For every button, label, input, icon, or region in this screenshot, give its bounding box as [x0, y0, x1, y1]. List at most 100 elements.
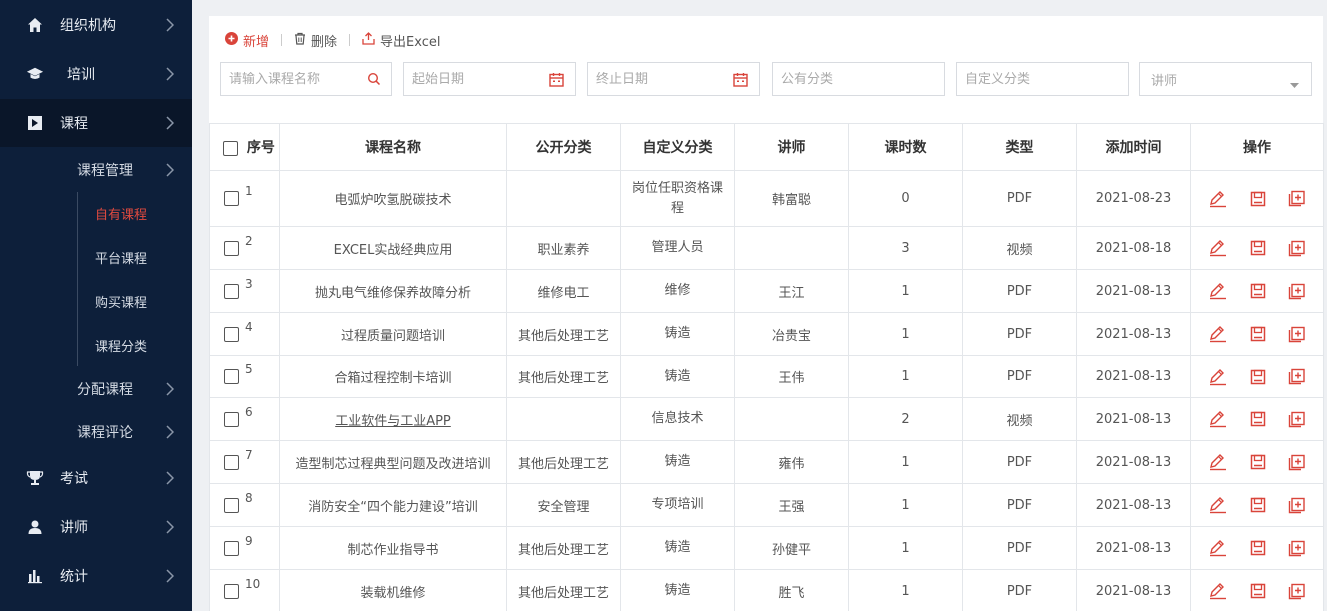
table-row[interactable]: 2 EXCEL实战经典应用 职业素养 管理人员 3 视频 2021-08-18 [209, 226, 1324, 270]
save-icon[interactable] [1250, 540, 1266, 556]
copy-add-icon[interactable] [1288, 326, 1306, 343]
custom-category-input[interactable] [965, 71, 1128, 87]
sidebar-subitem-platform-courses[interactable]: 平台课程 [0, 237, 192, 277]
edit-icon[interactable] [1208, 282, 1228, 300]
public-category-input[interactable] [781, 71, 944, 87]
row-checkbox[interactable] [224, 191, 239, 206]
chevron-right-icon [166, 425, 175, 443]
row-index-cell: 6 [209, 397, 280, 441]
sidebar-item-lecturer[interactable]: 讲师 [0, 503, 192, 551]
save-icon[interactable] [1250, 411, 1266, 427]
copy-add-icon[interactable] [1288, 240, 1306, 257]
sidebar-subitem-assign-courses[interactable]: 分配课程 [0, 371, 192, 407]
edit-icon[interactable] [1208, 410, 1228, 428]
cell-custom-category: 铸造 [620, 440, 735, 484]
cell-public-category: 其他后处理工艺 [506, 355, 621, 398]
edit-icon[interactable] [1208, 453, 1228, 471]
sidebar-subitem-label: 分配课程 [77, 382, 133, 398]
table-row[interactable]: 4 过程质量问题培训 其他后处理工艺 铸造 冶贵宝 1 PDF 2021-08-13 [209, 312, 1324, 356]
sidebar-subitem-course-category[interactable]: 课程分类 [0, 325, 192, 365]
custom-category: 信息技术 [651, 411, 704, 426]
lecturer-select[interactable]: 讲师 [1139, 62, 1312, 96]
sidebar-item-label: 考试 [60, 471, 88, 487]
row-checkbox[interactable] [224, 326, 239, 342]
save-icon[interactable] [1250, 191, 1266, 207]
table-row[interactable]: 6 工业软件与工业APP 信息技术 2 视频 2021-08-13 [209, 397, 1324, 441]
row-checkbox[interactable] [224, 411, 239, 427]
copy-add-icon[interactable] [1288, 583, 1306, 600]
sidebar-item-course[interactable]: 课程 [0, 99, 192, 147]
calendar-icon[interactable] [733, 72, 748, 91]
edit-icon[interactable] [1208, 539, 1228, 557]
table-row[interactable]: 3 抛丸电气维修保养故障分析 维修电工 维修 王江 1 PDF 2021-08-13 [209, 269, 1324, 313]
trash-icon [294, 32, 306, 49]
sidebar-subitem-course-comments[interactable]: 课程评论 [0, 414, 192, 450]
edit-icon[interactable] [1208, 368, 1228, 386]
edit-icon[interactable] [1208, 190, 1228, 208]
sidebar-item-exam[interactable]: 考试 [0, 454, 192, 502]
add-button[interactable]: 新增 [225, 31, 269, 50]
save-icon[interactable] [1250, 497, 1266, 513]
cell-type: PDF [962, 526, 1077, 570]
save-icon[interactable] [1250, 326, 1266, 342]
sidebar-item-statistics[interactable]: 统计 [0, 552, 192, 600]
row-index-cell: 1 [209, 170, 280, 227]
sidebar-item-org[interactable]: 组织机构 [0, 1, 192, 49]
copy-add-icon[interactable] [1288, 454, 1306, 471]
chevron-right-icon [166, 569, 175, 587]
copy-add-icon[interactable] [1288, 540, 1306, 557]
calendar-icon[interactable] [549, 72, 564, 91]
row-checkbox[interactable] [224, 454, 239, 470]
table-row[interactable]: 5 合箱过程控制卡培训 其他后处理工艺 铸造 王伟 1 PDF 2021-08-13 [209, 355, 1324, 398]
sidebar-subitem-own-courses[interactable]: 自有课程 [0, 193, 192, 233]
public-category-field[interactable] [772, 62, 945, 96]
edit-icon[interactable] [1208, 496, 1228, 514]
edit-icon[interactable] [1208, 325, 1228, 343]
row-checkbox[interactable] [224, 497, 239, 513]
table-row[interactable]: 10 装载机维修 其他后处理工艺 铸造 胜飞 1 PDF 2021-08-13 [209, 569, 1324, 611]
row-checkbox[interactable] [224, 240, 239, 256]
edit-icon[interactable] [1208, 582, 1228, 600]
course-table: 序号 课程名称 公开分类 自定义分类 讲师 课时数 类型 添加时间 操作 1 电弧… [209, 123, 1324, 611]
sidebar-subitem-course-management[interactable]: 课程管理 [0, 152, 192, 188]
table-row[interactable]: 7 造型制芯过程典型问题及改进培训 其他后处理工艺 铸造 雍伟 1 PDF 2021-08-1… [209, 440, 1324, 484]
sidebar-subitem-purchased-courses[interactable]: 购买课程 [0, 281, 192, 321]
chevron-right-icon [166, 18, 175, 36]
table-row[interactable]: 8 消防安全“四个能力建设”培训 安全管理 专项培训 王强 1 PDF 2021-08-13 [209, 483, 1324, 527]
save-icon[interactable] [1250, 583, 1266, 599]
table-row[interactable]: 1 电弧炉吹氢脱碳技术 岗位任职资格课程 韩富聪 0 PDF 2021-08-23 [209, 170, 1324, 227]
cell-course-name: EXCEL实战经典应用 [279, 226, 507, 270]
save-icon[interactable] [1250, 240, 1266, 256]
select-all-checkbox[interactable] [223, 140, 238, 156]
copy-add-icon[interactable] [1288, 283, 1306, 300]
sidebar-item-training[interactable]: 培训 [0, 50, 192, 98]
copy-add-icon[interactable] [1288, 368, 1306, 385]
save-icon[interactable] [1250, 454, 1266, 470]
row-checkbox[interactable] [224, 369, 239, 384]
cell-public-category: 安全管理 [506, 483, 621, 527]
course-name: 装载机维修 [360, 585, 426, 601]
row-checkbox[interactable] [224, 583, 239, 599]
table-row[interactable]: 9 制芯作业指导书 其他后处理工艺 铸造 孙健平 1 PDF 2021-08-13 [209, 526, 1324, 570]
custom-category-field[interactable] [956, 62, 1129, 96]
search-icon[interactable] [367, 72, 381, 90]
row-checkbox[interactable] [224, 540, 239, 556]
sidebar-item-label: 课程 [60, 116, 88, 132]
end-date-picker[interactable] [587, 62, 760, 96]
cell-date: 2021-08-13 [1076, 312, 1191, 356]
trophy-icon [26, 469, 44, 487]
header-type: 类型 [962, 123, 1077, 171]
delete-button[interactable]: 删除 [294, 31, 337, 50]
course-name-search[interactable] [220, 62, 392, 96]
copy-add-icon[interactable] [1288, 411, 1306, 428]
copy-add-icon[interactable] [1288, 190, 1306, 207]
edit-icon[interactable] [1208, 239, 1228, 257]
custom-category: 铸造 [664, 540, 691, 555]
copy-add-icon[interactable] [1288, 497, 1306, 514]
start-date-picker[interactable] [403, 62, 576, 96]
sidebar-item-label: 组织机构 [60, 18, 116, 34]
row-checkbox[interactable] [224, 283, 239, 299]
save-icon[interactable] [1250, 283, 1266, 299]
save-icon[interactable] [1250, 369, 1266, 385]
export-excel-button[interactable]: 导出Excel [362, 31, 440, 50]
